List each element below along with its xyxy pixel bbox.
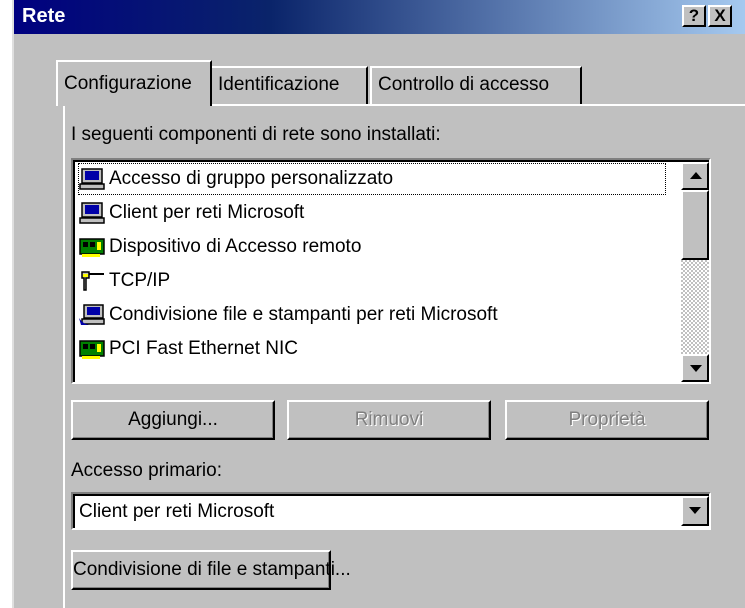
network-card-icon (79, 340, 105, 359)
list-item-label: Accesso di gruppo personalizzato (109, 168, 394, 189)
tab-label: Controllo di accesso (378, 74, 550, 95)
shared-computer-icon (79, 304, 105, 325)
chevron-down-icon (689, 507, 701, 514)
help-button[interactable]: ? (682, 5, 706, 27)
list-item[interactable]: Dispositivo di Accesso remoto (77, 230, 667, 264)
list-item[interactable]: Client per reti Microsoft (77, 196, 667, 230)
network-card-icon (79, 238, 105, 257)
dropdown-button[interactable] (681, 496, 709, 526)
computer-icon (79, 202, 105, 224)
list-item[interactable]: Accesso di gruppo personalizzato (77, 162, 667, 196)
primary-logon-select[interactable]: Client per reti Microsoft (71, 492, 711, 530)
remove-button[interactable]: Rimuovi (287, 400, 491, 440)
arrow-down-icon (690, 365, 702, 372)
properties-button[interactable]: Proprietà (505, 400, 709, 440)
list-item-label: PCI Fast Ethernet NIC (109, 338, 299, 359)
scroll-up-button[interactable] (681, 162, 709, 190)
list-scrollbar[interactable] (681, 162, 709, 382)
computer-icon (79, 168, 105, 190)
scroll-down-button[interactable] (681, 354, 709, 382)
tab-controllo-accesso[interactable]: Controllo di accesso (370, 66, 582, 104)
network-dialog: Rete ? X Configurazione Identificazione … (12, 0, 745, 608)
tab-label: Configurazione (64, 73, 192, 94)
arrow-up-icon (690, 172, 702, 179)
list-item-label: Client per reti Microsoft (109, 202, 305, 223)
tab-configurazione[interactable]: Configurazione (56, 60, 212, 106)
list-item-label: TCP/IP (109, 270, 171, 291)
close-button[interactable]: X (708, 5, 732, 27)
list-item-label: Condivisione file e stampanti per reti M… (109, 304, 498, 325)
list-item[interactable]: TCP/IP (77, 264, 667, 298)
components-list[interactable]: Accesso di gruppo personalizzato Client … (71, 158, 711, 384)
scroll-thumb[interactable] (681, 190, 709, 260)
components-label: I seguenti componenti di rete sono insta… (71, 124, 441, 145)
file-print-sharing-button[interactable]: Condivisione di file e stampanti... (71, 550, 351, 590)
primary-logon-value: Client per reti Microsoft (79, 501, 275, 522)
list-item[interactable]: PCI Fast Ethernet NIC (77, 332, 667, 366)
add-button[interactable]: Aggiungi... (71, 400, 275, 440)
primary-logon-label: Accesso primario: (71, 460, 222, 481)
list-item[interactable]: Condivisione file e stampanti per reti M… (77, 298, 667, 332)
configuration-panel: I seguenti componenti di rete sono insta… (63, 104, 745, 608)
window-title: Rete (22, 5, 66, 27)
tab-label: Identificazione (218, 74, 340, 95)
list-item-label: Dispositivo di Accesso remoto (109, 236, 362, 257)
tab-identificazione[interactable]: Identificazione (210, 66, 368, 104)
title-bar[interactable]: Rete ? X (14, 0, 745, 34)
protocol-icon (81, 271, 104, 291)
